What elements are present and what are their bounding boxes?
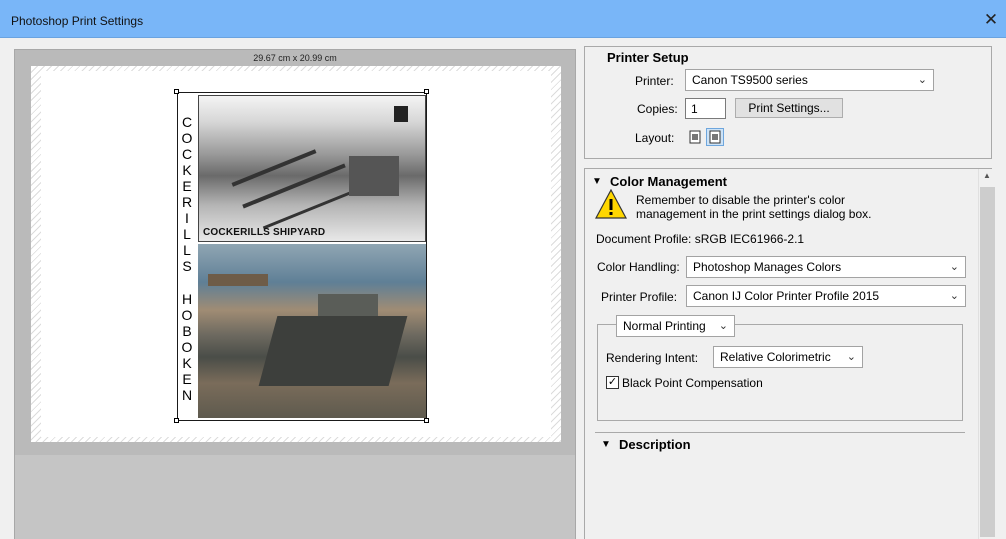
photo-caption: COCKERILLS SHIPYARD xyxy=(203,227,326,238)
chevron-down-icon: ⌄ xyxy=(949,290,959,302)
printing-mode-select[interactable]: Normal Printing ⌄ xyxy=(616,315,735,337)
vertical-letter: L xyxy=(183,226,191,243)
warning-icon xyxy=(595,189,627,219)
rendering-options-group xyxy=(597,324,963,421)
black-point-checkbox[interactable]: ✓ xyxy=(606,376,619,389)
shipyard-photo-color xyxy=(198,244,426,418)
shipyard-photo-bw: COCKERILLS SHIPYARD xyxy=(198,95,426,242)
vertical-letter: O xyxy=(181,338,193,355)
printer-select-value: Canon TS9500 series xyxy=(692,73,808,87)
color-management-heading: Color Management xyxy=(610,174,728,189)
triangle-down-icon[interactable]: ▼ xyxy=(592,176,602,187)
vertical-scrollbar[interactable]: ▲ xyxy=(978,169,995,539)
chevron-down-icon: ⌄ xyxy=(718,320,728,332)
resize-handle[interactable] xyxy=(174,418,179,423)
vertical-letter: C xyxy=(181,114,193,130)
vertical-letter: N xyxy=(181,386,193,403)
vertical-letter: O xyxy=(181,130,193,147)
portrait-icon xyxy=(689,130,701,144)
print-preview: 29.67 cm x 20.99 cm COCKERILLS HOBOKEN C… xyxy=(14,49,576,539)
vertical-letter xyxy=(185,275,189,289)
vertical-letter: R xyxy=(181,194,193,211)
warning-message: Remember to disable the printer's color … xyxy=(636,193,872,221)
rendering-intent-select[interactable]: Relative Colorimetric ⌄ xyxy=(713,346,863,368)
rendering-intent-value: Relative Colorimetric xyxy=(720,350,831,364)
vertical-letter: L xyxy=(183,242,191,259)
vertical-title-text: COCKERILLS HOBOKEN xyxy=(178,93,196,420)
vertical-letter: K xyxy=(182,354,192,371)
layout-label: Layout: xyxy=(635,131,675,145)
dialog-body: 29.67 cm x 20.99 cm COCKERILLS HOBOKEN C… xyxy=(0,38,1006,539)
triangle-down-icon[interactable]: ▼ xyxy=(601,439,611,450)
description-heading: Description xyxy=(619,437,691,452)
vertical-letter: I xyxy=(185,210,189,227)
color-handling-label: Color Handling: xyxy=(597,260,680,274)
color-management-panel: ▼ Color Management Remember to disable t… xyxy=(584,168,992,539)
vertical-letter: O xyxy=(181,306,193,323)
printer-profile-select[interactable]: Canon IJ Color Printer Profile 2015 ⌄ xyxy=(686,285,966,307)
vertical-letter: E xyxy=(182,370,192,387)
print-image[interactable]: COCKERILLS HOBOKEN COCKERILLS SHIPYARD xyxy=(177,92,427,421)
chevron-down-icon: ⌄ xyxy=(917,74,927,86)
document-profile: Document Profile: sRGB IEC61966-2.1 xyxy=(596,232,805,246)
printer-setup-panel: Printer Setup Printer: Canon TS9500 seri… xyxy=(584,46,992,159)
print-settings-button[interactable]: Print Settings... xyxy=(735,98,843,118)
printing-mode-value: Normal Printing xyxy=(623,319,706,333)
landscape-layout-button[interactable] xyxy=(706,128,724,146)
resize-handle[interactable] xyxy=(424,89,429,94)
chevron-down-icon: ⌄ xyxy=(846,351,856,363)
close-button[interactable]: ✕ xyxy=(976,6,1006,34)
vertical-letter: H xyxy=(181,290,193,307)
printer-select[interactable]: Canon TS9500 series ⌄ xyxy=(685,69,934,91)
paper-margin: COCKERILLS HOBOKEN COCKERILLS SHIPYARD xyxy=(31,66,561,442)
printer-profile-value: Canon IJ Color Printer Profile 2015 xyxy=(693,289,880,303)
paper-printable-area: COCKERILLS HOBOKEN COCKERILLS SHIPYARD xyxy=(41,71,551,437)
printer-label: Printer: xyxy=(635,74,674,88)
section-divider xyxy=(595,432,965,433)
printer-setup-heading: Printer Setup xyxy=(607,50,689,65)
black-point-label: Black Point Compensation xyxy=(622,376,763,390)
scrollbar-thumb[interactable] xyxy=(980,187,995,537)
chevron-down-icon: ⌄ xyxy=(949,261,959,273)
resize-handle[interactable] xyxy=(424,418,429,423)
copies-label: Copies: xyxy=(637,102,678,116)
window-title: Photoshop Print Settings xyxy=(11,14,144,28)
rendering-intent-label: Rendering Intent: xyxy=(606,351,699,365)
scroll-up-icon[interactable]: ▲ xyxy=(979,171,995,185)
printer-profile-label: Printer Profile: xyxy=(601,290,678,304)
copies-input[interactable]: 1 xyxy=(685,98,726,119)
vertical-letter: C xyxy=(181,146,193,163)
preview-background xyxy=(15,455,575,539)
vertical-letter: S xyxy=(182,258,192,275)
landscape-icon xyxy=(709,130,721,144)
resize-handle[interactable] xyxy=(174,89,179,94)
close-icon: ✕ xyxy=(983,10,999,29)
vertical-letter: E xyxy=(182,178,192,195)
vertical-letter: K xyxy=(182,162,192,179)
color-handling-value: Photoshop Manages Colors xyxy=(693,260,842,274)
paper-dimensions: 29.67 cm x 20.99 cm xyxy=(253,53,337,63)
color-handling-select[interactable]: Photoshop Manages Colors ⌄ xyxy=(686,256,966,278)
vertical-letter: B xyxy=(182,322,192,339)
portrait-layout-button[interactable] xyxy=(686,128,704,146)
title-bar: Photoshop Print Settings ✕ xyxy=(0,0,1006,38)
